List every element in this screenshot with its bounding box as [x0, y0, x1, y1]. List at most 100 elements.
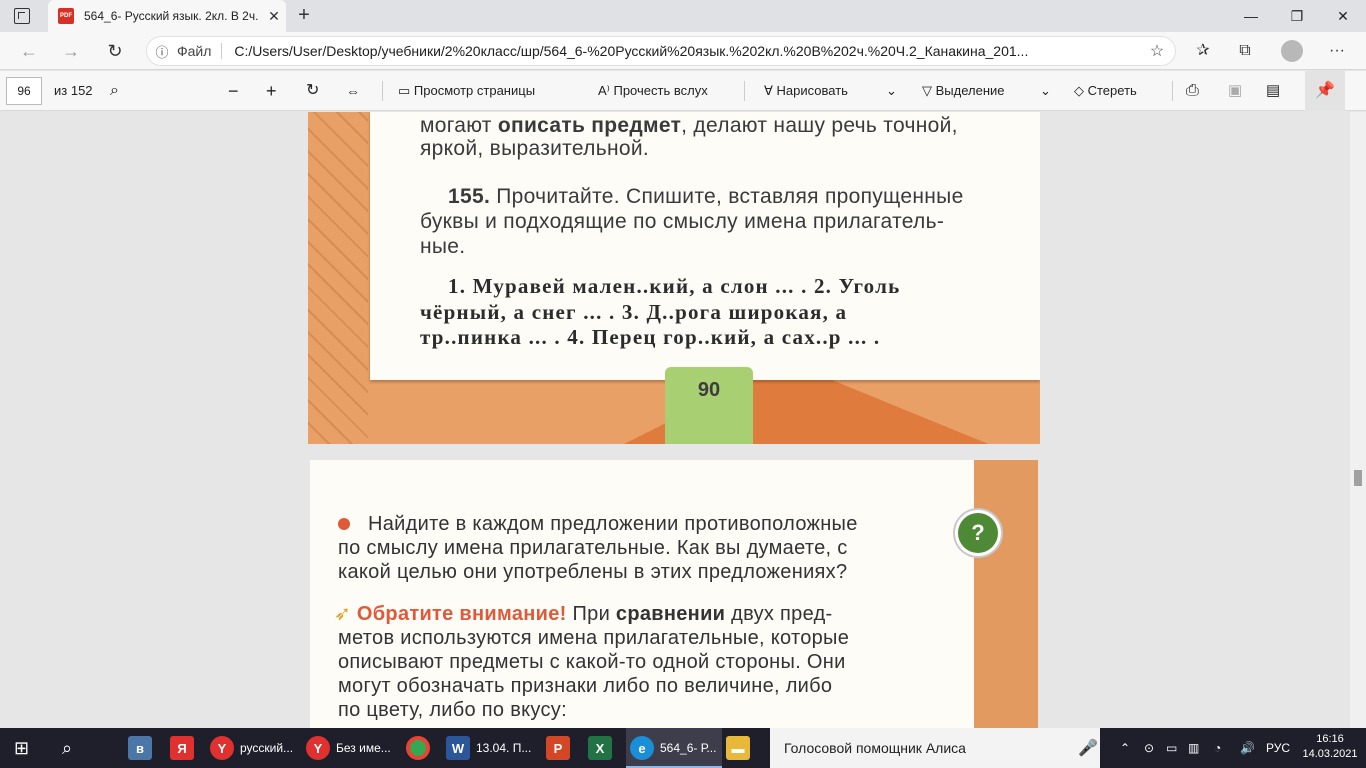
taskbar-yandex-window-2[interactable]: Y Без име...	[306, 728, 398, 768]
pin-toolbar-icon[interactable]: 📌	[1305, 71, 1345, 111]
fit-page-icon[interactable]: ⇔	[346, 71, 360, 111]
page-view-button[interactable]: ▭ Просмотр страницы	[398, 71, 535, 111]
note-title: Обратите внимание!	[356, 603, 567, 625]
text-line: описывают предметы с какой-то одной стор…	[338, 651, 846, 673]
text-line: метов используются имена прилагательные,…	[338, 627, 850, 649]
back-button[interactable]: ←	[14, 36, 44, 66]
save-as-icon[interactable]: ▤	[1266, 71, 1280, 111]
presentation-icon: P	[546, 736, 570, 760]
start-button[interactable]: ⊞	[14, 728, 29, 768]
search-taskbar-icon[interactable]: ⌕	[62, 728, 72, 768]
close-window-button[interactable]: ✕	[1320, 0, 1366, 32]
vk-app[interactable]: в	[128, 728, 158, 768]
taskbar-yandex-window-1[interactable]: Y русский...	[210, 728, 302, 768]
draw-button[interactable]: ∀ Нарисовать	[764, 71, 848, 111]
clock-time: 16:16	[1316, 733, 1344, 745]
battery-icon[interactable]: ▥	[1188, 728, 1199, 768]
taskbar: ⊞ ⌕ в Я Y русский... Y Без име... W 13.0…	[0, 728, 1366, 768]
note-line: ➶ Обратите внимание! При сравнении двух …	[334, 603, 833, 625]
page-view-label: Просмотр страницы	[413, 83, 536, 98]
pdf-icon: PDF	[58, 8, 74, 24]
save-icon[interactable]: ▣	[1228, 71, 1242, 111]
refresh-button[interactable]: ↻	[100, 36, 130, 66]
wifi-icon[interactable]: ◔	[1214, 728, 1221, 768]
network-icon[interactable]: ⊙	[1144, 728, 1154, 768]
text-line: могут обозначать признаки либо по величи…	[338, 675, 833, 697]
pdf-viewer[interactable]: 90 могают описать предмет, делают нашу р…	[0, 112, 1366, 728]
close-tab-icon[interactable]: ✕	[262, 8, 286, 25]
powerpoint-app[interactable]: P	[546, 728, 576, 768]
add-favorite-icon[interactable]: ☆	[1139, 41, 1175, 61]
page-view-icon: ▭	[398, 83, 414, 98]
draw-label: Нарисовать	[776, 83, 848, 98]
zoom-out-icon[interactable]: −	[228, 71, 239, 111]
vertical-scrollbar[interactable]	[1350, 112, 1366, 728]
read-aloud-button[interactable]: A⁾ Прочесть вслух	[598, 71, 708, 111]
pdf-page-90: 90 могают описать предмет, делают нашу р…	[308, 112, 1040, 444]
search-icon[interactable]: ⌕	[110, 71, 119, 111]
eraser-icon: ◇	[1074, 83, 1088, 98]
tab-title: 564_6- Русский язык. 2кл. В 2ч.	[84, 9, 259, 23]
print-icon[interactable]: ⎙	[1186, 71, 1199, 111]
address-bar-row: ← → ↻ ⓘ Файл C:/Users/User/Desktop/учебн…	[0, 32, 1366, 70]
text-line: какой целью они употреблены в этих предл…	[338, 561, 848, 583]
page-total: из 152	[54, 83, 93, 98]
more-menu-icon[interactable]: ···	[1322, 36, 1352, 66]
excel-icon: X	[588, 736, 612, 760]
folder-icon: ▬	[726, 736, 750, 760]
favorites-icon[interactable]: ✰	[1188, 36, 1218, 66]
taskbar-word-window[interactable]: W 13.04. П...	[446, 728, 538, 768]
taskbar-edge-window[interactable]: e 564_6- Р...	[626, 728, 722, 768]
exercise-heading: 155. Прочитайте. Спишите, вставляя пропу…	[448, 185, 964, 208]
pdf-page-91: ? Найдите в каждом предложении противопо…	[310, 460, 1038, 728]
yandex-browser-icon: Y	[210, 736, 234, 760]
draw-options-icon[interactable]: ⌄	[886, 71, 897, 111]
forward-button[interactable]: →	[56, 36, 86, 66]
highlight-button[interactable]: ▽ Выделение	[922, 71, 1005, 111]
maximize-button[interactable]: ❐	[1274, 0, 1320, 32]
system-clock[interactable]: 16:16 14.03.2021	[1300, 732, 1360, 762]
collections-icon[interactable]: ⧉	[1230, 36, 1260, 66]
browser-tab[interactable]: PDF 564_6- Русский язык. 2кл. В 2ч. ✕	[48, 0, 286, 32]
scheme-label: Файл	[177, 43, 223, 59]
show-hidden-icons[interactable]: ⌃	[1120, 728, 1130, 768]
highlight-label: Выделение	[935, 83, 1005, 98]
chrome-icon	[406, 736, 430, 760]
scrollbar-thumb[interactable]	[1354, 470, 1362, 486]
highlight-options-icon[interactable]: ⌄	[1040, 71, 1051, 111]
question-icon: ?	[955, 510, 1001, 556]
exercise-number: 155.	[448, 185, 491, 208]
text-line: по смыслу имена прилагательные. Как вы д…	[338, 537, 848, 559]
yandex-browser-icon: Y	[306, 736, 330, 760]
text-line: могают описать предмет, делают нашу речь…	[420, 114, 958, 137]
zoom-in-icon[interactable]: +	[266, 71, 277, 111]
info-icon[interactable]: ⓘ	[147, 42, 177, 61]
pdf-toolbar: 96 из 152 ⌕ − + ↻ ⇔ ▭ Просмотр страницы …	[0, 71, 1366, 111]
explorer-app[interactable]: ▬	[726, 728, 756, 768]
alisa-search-box[interactable]: Голосовой помощник Алиса	[770, 728, 1100, 768]
microphone-icon[interactable]: 🎤	[1078, 728, 1098, 768]
read-aloud-icon: A⁾	[598, 83, 614, 98]
excel-app[interactable]: X	[588, 728, 618, 768]
minimize-button[interactable]: —	[1228, 0, 1274, 32]
tab-actions-icon[interactable]	[14, 8, 30, 24]
tab-strip: PDF 564_6- Русский язык. 2кл. В 2ч. ✕ + …	[0, 0, 1366, 32]
page-number-input[interactable]: 96	[6, 77, 42, 105]
address-field[interactable]: ⓘ Файл C:/Users/User/Desktop/учебники/2%…	[146, 36, 1176, 66]
page-number-tab: 90	[665, 367, 753, 444]
yandex-app[interactable]: Я	[170, 728, 200, 768]
chrome-app[interactable]	[406, 728, 436, 768]
language-indicator[interactable]: РУС	[1266, 728, 1290, 768]
rotate-icon[interactable]: ↻	[306, 71, 319, 111]
text-line: яркой, выразительной.	[420, 137, 649, 160]
yandex-icon: Я	[170, 736, 194, 760]
profile-avatar[interactable]	[1281, 40, 1303, 62]
erase-button[interactable]: ◇ Стереть	[1074, 71, 1137, 111]
text-line: ные.	[420, 235, 466, 258]
read-aloud-label: Прочесть вслух	[613, 83, 708, 98]
volume-icon[interactable]: 🔊	[1240, 728, 1255, 768]
new-tab-button[interactable]: +	[292, 4, 316, 28]
text-line: по цвету, либо по вкусу:	[338, 699, 567, 721]
url-text[interactable]: C:/Users/User/Desktop/учебники/2%20класс…	[234, 43, 1139, 59]
display-icon[interactable]: ▭	[1166, 728, 1177, 768]
